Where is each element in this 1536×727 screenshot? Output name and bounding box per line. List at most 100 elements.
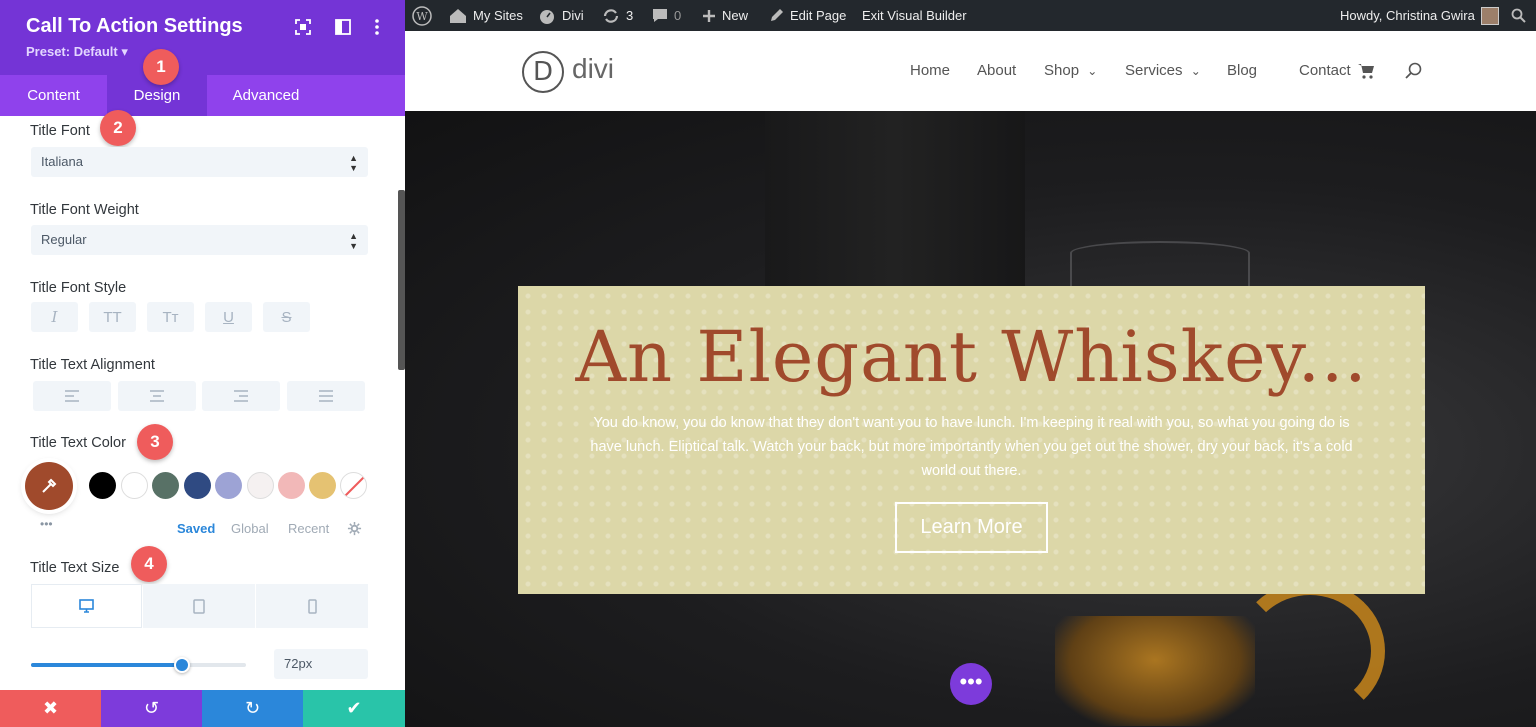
hero-section: An Elegant Whiskey... You do know, you d… [405, 111, 1536, 727]
select-arrows-icon: ▲ ▼ [349, 231, 358, 251]
comment-icon [653, 9, 667, 22]
updates-count: 3 [626, 8, 634, 23]
align-right-icon [234, 390, 248, 402]
align-left-icon [65, 390, 79, 402]
title-font-weight-select[interactable]: Regular ▲ ▼ [31, 225, 368, 255]
step-badge-3: 3 [137, 424, 173, 460]
responsive-phone-tab[interactable] [256, 584, 368, 628]
search-icon [1511, 8, 1526, 23]
swatch-none[interactable] [340, 472, 367, 499]
align-justify-button[interactable] [287, 381, 365, 411]
site-logo-mark[interactable]: D [522, 51, 564, 93]
admin-search[interactable] [1511, 0, 1526, 31]
search-icon[interactable] [1405, 62, 1423, 80]
nav-contact[interactable]: Contact [1299, 62, 1351, 79]
my-sites-label: My Sites [473, 8, 523, 23]
tab-advanced[interactable]: Advanced [207, 75, 325, 116]
refresh-icon [603, 8, 619, 23]
dashboard-icon [540, 9, 554, 24]
cancel-button[interactable]: ✖ [0, 690, 101, 727]
swatch-lavender[interactable] [215, 472, 242, 499]
redo-button[interactable]: ↻ [202, 690, 303, 727]
color-tab-saved[interactable]: Saved [177, 521, 215, 536]
undo-button[interactable]: ↺ [101, 690, 202, 727]
panel-scrollbar[interactable] [398, 190, 405, 370]
swatch-pink[interactable] [278, 472, 305, 499]
cart-icon[interactable] [1357, 63, 1375, 79]
updates-menu[interactable]: 3 [602, 0, 633, 31]
panel-title: Call To Action Settings [26, 15, 243, 37]
panel-header: Call To Action Settings Preset: Default … [0, 0, 405, 75]
pencil-icon [771, 9, 783, 21]
call-to-action-module[interactable]: An Elegant Whiskey... You do know, you d… [518, 286, 1425, 594]
swatch-white[interactable] [121, 472, 148, 499]
comments-menu[interactable]: 0 [652, 0, 681, 31]
edit-page-link[interactable]: Edit Page [769, 0, 846, 31]
nav-about[interactable]: About [977, 62, 1016, 79]
italic-button[interactable]: I [31, 302, 78, 332]
learn-more-button[interactable]: Learn More [895, 502, 1048, 553]
align-justify-icon [319, 390, 333, 402]
gear-icon[interactable] [347, 521, 362, 536]
strikethrough-button[interactable]: S [263, 302, 310, 332]
size-input[interactable]: 72px [274, 649, 368, 679]
background-bottle [765, 111, 1025, 311]
more-colors-icon[interactable]: ••• [40, 517, 53, 531]
size-slider-handle[interactable] [173, 657, 190, 673]
step-badge-2: 2 [100, 110, 136, 146]
align-right-button[interactable] [202, 381, 280, 411]
wordpress-logo[interactable]: W [412, 0, 432, 31]
tab-content[interactable]: Content [0, 75, 107, 116]
site-header: D divi Home About Shop ⌄ Services ⌄ Blog… [405, 31, 1536, 111]
title-font-weight-value: Regular [41, 232, 87, 247]
capitalize-button[interactable]: Tт [147, 302, 194, 332]
cta-body-text: You do know, you do know that they don't… [590, 415, 1353, 479]
comments-count: 0 [674, 8, 682, 23]
swatch-black[interactable] [89, 472, 116, 499]
swatch-green[interactable] [152, 472, 179, 499]
new-label: New [722, 8, 749, 23]
background-drink [1055, 616, 1255, 726]
nav-shop[interactable]: Shop ⌄ [1044, 62, 1097, 79]
swatch-navy[interactable] [184, 472, 211, 499]
cta-title: An Elegant Whiskey... [575, 316, 1368, 398]
nav-services[interactable]: Services ⌄ [1125, 62, 1201, 79]
preset-dropdown[interactable]: Preset: Default ▾ [26, 44, 128, 60]
responsive-desktop-tab[interactable] [31, 584, 142, 628]
background-orange-peel [1235, 581, 1385, 721]
divi-site-menu[interactable]: Divi [539, 0, 584, 31]
plus-icon [703, 9, 715, 22]
color-picker-button[interactable] [25, 462, 73, 510]
nav-home[interactable]: Home [910, 62, 950, 79]
no-color-icon [343, 475, 366, 498]
responsive-tablet-tab[interactable] [143, 584, 255, 628]
fullscreen-icon[interactable] [294, 18, 312, 36]
title-text-size-label: Title Text Size [30, 560, 120, 576]
save-button[interactable]: ✔ [303, 690, 405, 727]
desktop-icon [79, 599, 94, 613]
more-options-icon[interactable] [368, 18, 386, 36]
my-sites-menu[interactable]: My Sites [449, 0, 523, 31]
swatch-gold[interactable] [309, 472, 336, 499]
color-tab-global[interactable]: Global [231, 521, 269, 536]
underline-button[interactable]: U [205, 302, 252, 332]
size-slider-track[interactable] [31, 657, 246, 673]
site-logo-text[interactable]: divi [572, 53, 614, 85]
new-content-menu[interactable]: New [702, 0, 748, 31]
nav-blog[interactable]: Blog [1227, 62, 1257, 79]
divi-label: Divi [562, 8, 584, 23]
admin-bar: W My Sites Divi 3 0 New Edit Page Exit V… [405, 0, 1536, 31]
align-left-button[interactable] [33, 381, 111, 411]
color-tab-recent[interactable]: Recent [288, 521, 329, 536]
split-view-icon[interactable] [334, 18, 352, 36]
swatch-offwhite[interactable] [247, 472, 274, 499]
exit-visual-builder-link[interactable]: Exit Visual Builder [862, 0, 967, 31]
uppercase-button[interactable]: TT [89, 302, 136, 332]
user-greeting[interactable]: Howdy, Christina Gwira [1340, 0, 1499, 31]
builder-options-button[interactable]: ••• [950, 663, 992, 705]
phone-icon [307, 598, 317, 614]
align-center-button[interactable] [118, 381, 196, 411]
title-font-select[interactable]: Italiana ▲ ▼ [31, 147, 368, 177]
title-text-alignment-label: Title Text Alignment [30, 357, 155, 373]
greeting-label: Howdy, Christina Gwira [1340, 8, 1475, 23]
